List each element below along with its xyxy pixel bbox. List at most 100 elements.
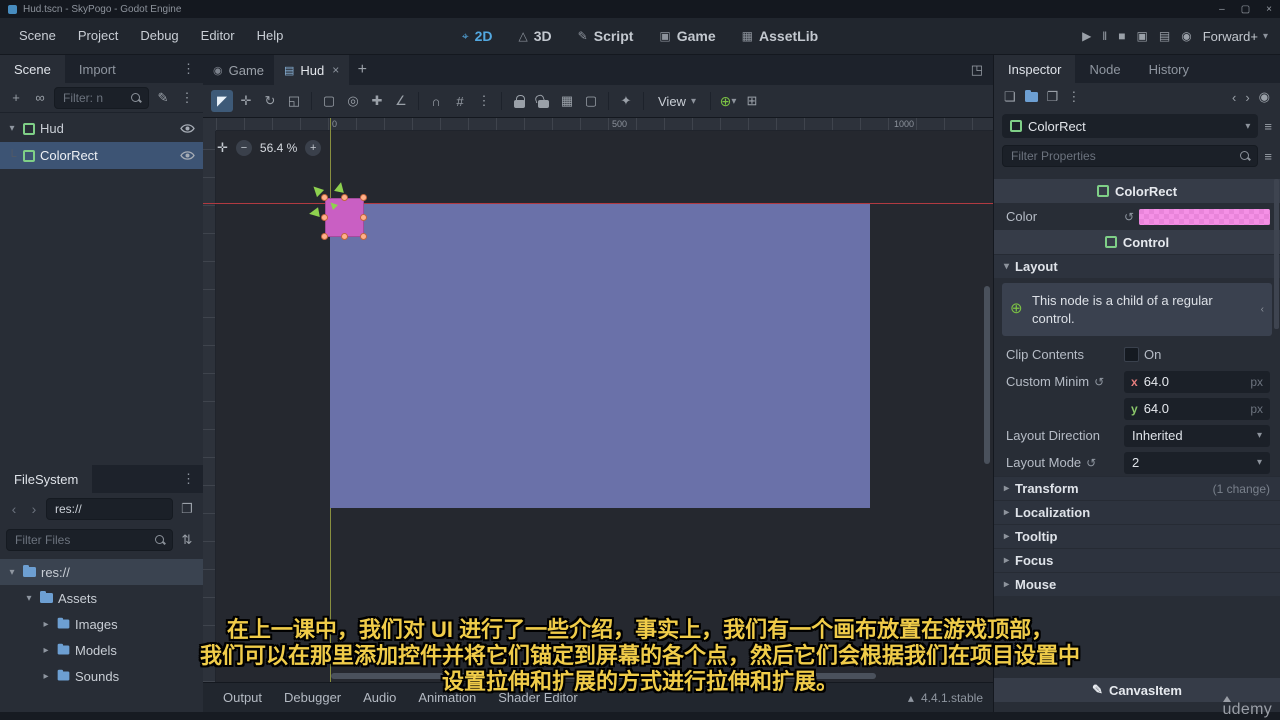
new-resource-icon[interactable]: ❏	[1004, 89, 1016, 105]
zoom-in-button[interactable]: +	[305, 140, 322, 156]
remote-debug-icon[interactable]: ▣	[1137, 29, 1148, 43]
menu-help[interactable]: Help	[246, 18, 295, 54]
filter-properties-input[interactable]	[1009, 148, 1236, 164]
attach-script-icon[interactable]: ✎	[153, 88, 173, 108]
chevron-left-icon[interactable]: ‹	[1261, 303, 1264, 317]
menu-project[interactable]: Project	[67, 18, 129, 54]
scene-filter-input[interactable]	[61, 89, 126, 106]
menu-debug[interactable]: Debug	[129, 18, 189, 54]
smart-snap-icon[interactable]: ∩	[425, 90, 447, 112]
tab-node[interactable]: Node	[1075, 55, 1134, 83]
sort-files-icon[interactable]: ⇅	[177, 530, 197, 550]
tab-import[interactable]: Import	[65, 55, 130, 83]
section-localization[interactable]: ▸ Localization	[994, 500, 1280, 525]
canvas-viewport[interactable]: 0 500 1000 ✛ − 56.4 % +	[203, 118, 993, 682]
group-icon[interactable]: ▦	[556, 90, 578, 112]
path-input[interactable]	[53, 501, 166, 517]
colorrect-selection[interactable]	[308, 181, 367, 240]
collapse-icon[interactable]: ▾	[6, 123, 18, 134]
skeleton-options-icon[interactable]: ✦	[615, 90, 637, 112]
fs-item-res[interactable]: ▾ res://	[0, 559, 203, 585]
tab-filesystem[interactable]: FileSystem	[0, 465, 93, 493]
resource-menu-icon[interactable]: ⋮	[1067, 89, 1080, 105]
forward-icon[interactable]: ›	[26, 501, 42, 517]
min-size-x-field[interactable]: x 64.0 px	[1124, 370, 1270, 393]
pan-tool-icon[interactable]: ✚	[366, 90, 388, 112]
section-transform[interactable]: ▸ Transform (1 change)	[994, 476, 1280, 501]
menu-editor[interactable]: Editor	[190, 18, 246, 54]
movie-mode-icon[interactable]: ▤	[1159, 29, 1170, 43]
renderer-selector[interactable]: Forward+ ▾	[1203, 29, 1268, 44]
selection-handle[interactable]	[321, 214, 328, 221]
workspace-game[interactable]: ▣ Game	[647, 28, 727, 44]
selection-handle[interactable]	[321, 233, 328, 240]
play-button[interactable]: ▶	[1082, 29, 1091, 43]
new-scene-tab-button[interactable]: +	[349, 55, 375, 85]
add-node-button[interactable]: +	[6, 88, 26, 108]
move-tool-icon[interactable]: ✛	[235, 90, 257, 112]
selection-handle[interactable]	[341, 233, 348, 240]
ungroup-icon[interactable]: ▢	[580, 90, 602, 112]
filesystem-menu-icon[interactable]: ⋮	[174, 471, 203, 487]
scene-node-colorrect[interactable]: └ ColorRect	[0, 142, 203, 169]
save-resource-icon[interactable]: ❐	[1047, 89, 1059, 105]
section-tooltip[interactable]: ▸ Tooltip	[994, 524, 1280, 549]
scene-tab-game[interactable]: ◉ Game	[203, 55, 274, 85]
layout-direction-dropdown[interactable]: Inherited ▾	[1124, 424, 1270, 447]
collapse-icon[interactable]: ▾	[6, 567, 18, 578]
view-menu[interactable]: View ▾	[650, 94, 704, 109]
color-swatch[interactable]	[1139, 208, 1270, 225]
workspace-3d[interactable]: △ 3D	[507, 28, 564, 44]
scene-tree-menu-icon[interactable]: ⋮	[177, 88, 197, 108]
anchor-pin-icon[interactable]	[334, 181, 346, 193]
min-size-y-field[interactable]: y 64.0 px	[1124, 397, 1270, 420]
select-region-icon[interactable]: ▢	[318, 90, 340, 112]
stop-button[interactable]: ■	[1118, 29, 1125, 43]
workspace-script[interactable]: ✎ Script	[566, 28, 646, 44]
copy-path-icon[interactable]: ❐	[177, 499, 197, 519]
scene-node-hud[interactable]: ▾ Hud	[0, 115, 203, 142]
node-selector[interactable]: ColorRect ▾	[1002, 114, 1259, 138]
history-forward-icon[interactable]: ›	[1245, 90, 1249, 105]
visibility-eye-icon[interactable]	[178, 123, 197, 134]
canvas-vertical-scrollbar[interactable]	[984, 286, 990, 464]
scene-dock-menu-icon[interactable]: ⋮	[174, 61, 203, 77]
menu-scene[interactable]: Scene	[8, 18, 67, 54]
lock-icon[interactable]	[508, 90, 530, 112]
fs-item-assets[interactable]: ▾ Assets	[0, 585, 203, 611]
zoom-out-button[interactable]: −	[235, 140, 252, 156]
center-view-icon[interactable]: ✛	[217, 140, 228, 156]
load-resource-icon[interactable]	[1024, 89, 1038, 102]
selection-handle[interactable]	[321, 194, 328, 201]
section-focus[interactable]: ▸ Focus	[994, 548, 1280, 573]
pause-button[interactable]: ‖	[1102, 29, 1107, 43]
layout-mode-dropdown[interactable]: 2 ▾	[1124, 451, 1270, 474]
unlock-icon[interactable]	[532, 90, 554, 112]
snap-options-menu-icon[interactable]: ⋮	[473, 90, 495, 112]
expand-anchors-icon[interactable]: ⊞	[741, 90, 763, 112]
section-layout[interactable]: ▾ Layout	[994, 254, 1280, 278]
history-back-icon[interactable]: ‹	[1232, 90, 1236, 105]
selection-handle[interactable]	[360, 214, 367, 221]
tab-inspector[interactable]: Inspector	[994, 55, 1076, 83]
object-options-icon[interactable]: ≡	[1264, 119, 1272, 134]
section-mouse[interactable]: ▸ Mouse	[994, 572, 1280, 597]
grid-snap-icon[interactable]: #	[449, 90, 471, 112]
maximize-button[interactable]: ▢	[1241, 4, 1250, 15]
selection-handle[interactable]	[360, 194, 367, 201]
scale-tool-icon[interactable]: ◱	[283, 90, 305, 112]
tab-scene[interactable]: Scene	[0, 55, 65, 83]
revert-icon[interactable]: ↺	[1094, 375, 1104, 389]
selection-handle[interactable]	[360, 233, 367, 240]
workspace-assetlib[interactable]: ▦ AssetLib	[730, 28, 830, 44]
instance-scene-button[interactable]: ∞	[30, 88, 50, 108]
close-tab-icon[interactable]: ×	[332, 63, 339, 77]
scene-tab-hud[interactable]: ▤ Hud ×	[274, 55, 350, 85]
revert-icon[interactable]: ↺	[1124, 210, 1134, 224]
property-menu-icon[interactable]: ≡	[1264, 149, 1272, 164]
selection-handle[interactable]	[341, 194, 348, 201]
expand-viewport-icon[interactable]: ◳	[961, 62, 993, 78]
minimize-button[interactable]: –	[1219, 4, 1225, 15]
anchor-preset-button[interactable]: ⊕ ▾	[717, 90, 739, 112]
close-button[interactable]: ×	[1266, 4, 1272, 15]
